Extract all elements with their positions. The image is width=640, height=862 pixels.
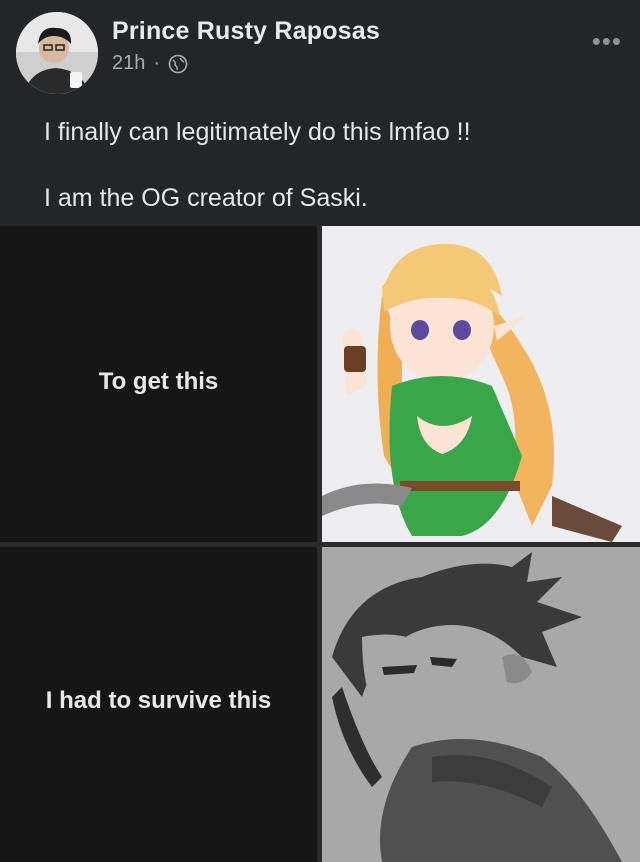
- anime-elf-girl-image: [322, 226, 640, 542]
- author-avatar[interactable]: [16, 12, 98, 94]
- post-text-line2: I am the OG creator of Saski.: [44, 184, 368, 212]
- more-options-icon[interactable]: •••: [592, 28, 622, 54]
- author-name[interactable]: Prince Rusty Raposas: [112, 17, 380, 46]
- post-meta: 21h ·: [112, 52, 188, 75]
- post-header: Prince Rusty Raposas 21h · ••• I finally…: [0, 0, 640, 226]
- meme-panel-top-left: To get this: [0, 226, 317, 542]
- caption-bottom: I had to survive this: [45, 687, 272, 714]
- post-timestamp[interactable]: 21h: [112, 52, 145, 75]
- globe-icon: [168, 54, 188, 74]
- pencil-sketch-image: [322, 547, 640, 862]
- post-text-line1: I finally can legitimately do this lmfao…: [44, 118, 471, 146]
- meme-panel-bottom-left: I had to survive this: [0, 547, 317, 862]
- caption-top: To get this: [98, 368, 219, 395]
- meme-image-grid[interactable]: To get this I had to survive this: [0, 226, 640, 862]
- meta-separator: ·: [153, 52, 161, 74]
